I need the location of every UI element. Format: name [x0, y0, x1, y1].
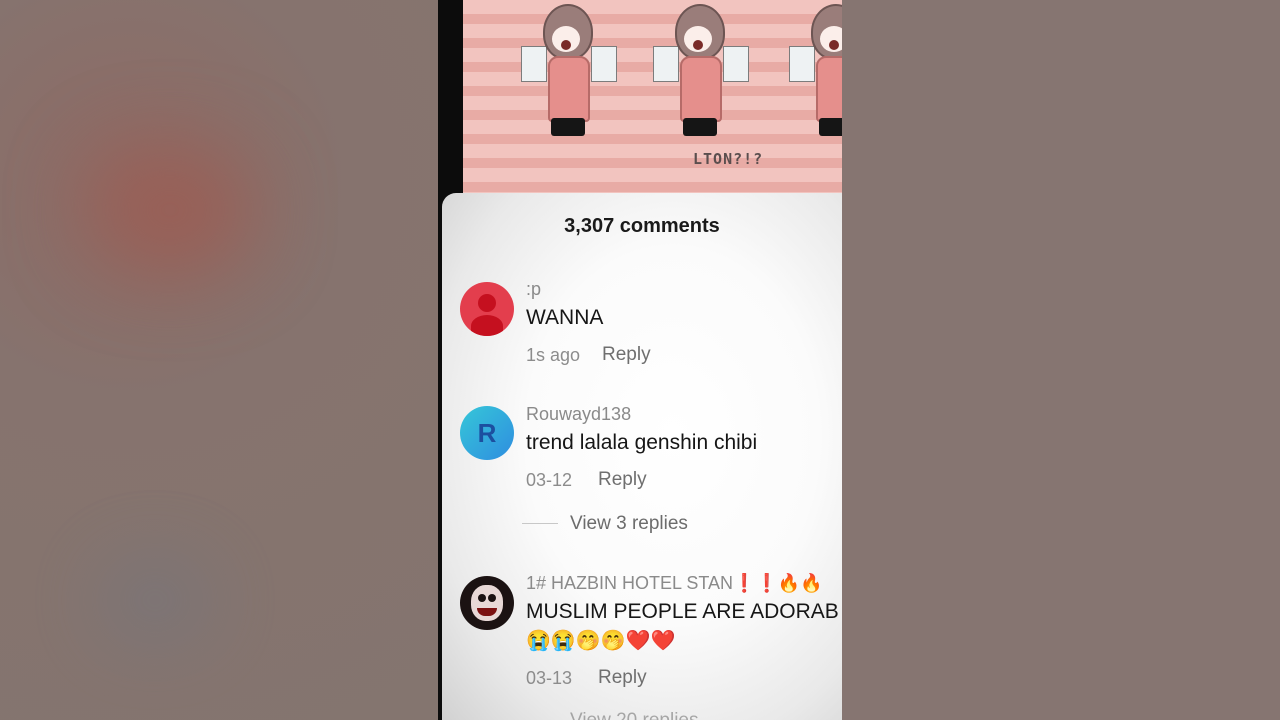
chibi-body [816, 56, 842, 122]
comment-timestamp: 03-12 [526, 470, 573, 490]
paper-sign [521, 46, 547, 82]
video-preview[interactable]: LTON?!? [463, 0, 842, 200]
chibi-legs [683, 118, 717, 136]
comment-timestamp: 1s ago [526, 345, 581, 365]
avatar[interactable] [460, 282, 514, 336]
comment-username[interactable]: Rouwayd138 [526, 404, 631, 425]
blurred-background-right [842, 0, 1280, 720]
avatar-letter: R [477, 417, 497, 448]
comment-text: MUSLIM PEOPLE ARE ADORAB [526, 600, 839, 623]
avatar[interactable]: R [460, 406, 514, 460]
chibi-character [789, 4, 842, 154]
phone-screen: LTON?!? 3,307 comments :p WANNA 1s ago R… [438, 0, 842, 720]
comments-count: 3,307 comments [564, 215, 720, 237]
view-replies-button[interactable]: View 20 replies [522, 710, 699, 720]
comment-username[interactable]: :p [526, 279, 541, 300]
chibi-body [548, 56, 590, 122]
chibi-character [653, 4, 749, 154]
divider-line [522, 523, 558, 525]
avatar[interactable] [460, 576, 514, 630]
comment-text: WANNA [526, 306, 604, 329]
paper-sign [789, 46, 815, 82]
chibi-legs [819, 118, 842, 136]
video-watermark: LTON?!? [693, 150, 764, 168]
chibi-legs [551, 118, 585, 136]
paper-sign [591, 46, 617, 82]
background-blob [100, 560, 210, 640]
background-blob [90, 150, 250, 270]
view-replies-label: View 3 replies [570, 513, 688, 534]
comment-text: trend lalala genshin chibi [526, 431, 758, 454]
chibi-body [680, 56, 722, 122]
paper-sign [723, 46, 749, 82]
view-replies-button[interactable]: View 3 replies [522, 513, 688, 535]
comments-sheet: 3,307 comments :p WANNA 1s ago Reply R R… [442, 193, 842, 720]
comment-emoji-line: 😭😭🤭🤭❤️❤️ [526, 630, 676, 652]
chibi-mouth [561, 40, 571, 50]
blurred-background-left [0, 0, 438, 720]
reply-button[interactable]: Reply [598, 667, 647, 689]
reply-button[interactable]: Reply [598, 469, 647, 491]
comment-timestamp: 03-13 [526, 668, 573, 688]
paper-sign [653, 46, 679, 82]
chibi-mouth [829, 40, 839, 50]
comment-username[interactable]: 1# HAZBIN HOTEL STAN❗❗🔥🔥 [526, 573, 823, 594]
reply-button[interactable]: Reply [602, 344, 651, 366]
view-replies-label: View 20 replies [570, 710, 699, 720]
chibi-character [521, 4, 617, 154]
chibi-mouth [693, 40, 703, 50]
